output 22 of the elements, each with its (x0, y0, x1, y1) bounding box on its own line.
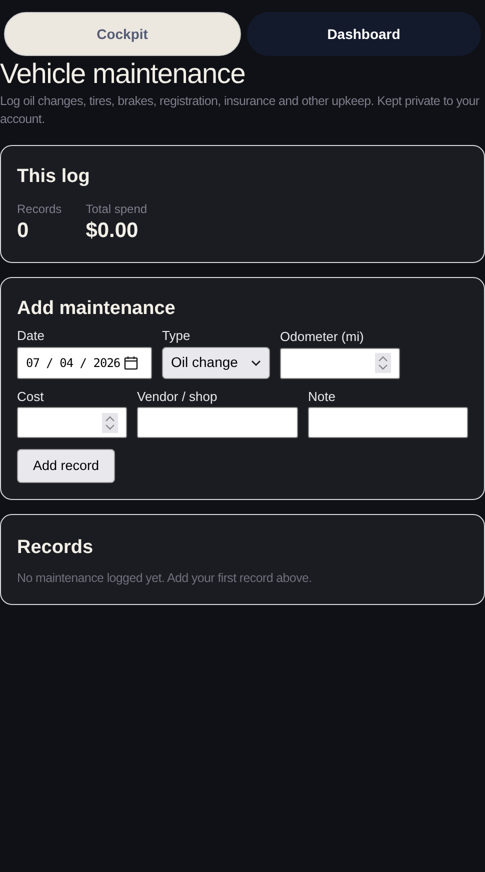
field-label: Vendor / shop (137, 388, 218, 406)
field-label: Odometer (mi) (280, 328, 365, 346)
empty-message: No maintenance logged yet. Add your first record above. (17, 570, 313, 587)
stat-value: $0.00 (86, 218, 140, 244)
stat-value: 0 (17, 218, 30, 244)
field-label: Cost (17, 388, 45, 406)
add-record-button[interactable]: Add record (17, 449, 116, 483)
field-label: Type (162, 327, 192, 345)
type-select[interactable]: Oil change (162, 346, 270, 378)
page-subtitle: Log oil changes, tires, brakes, registration, insurance and other upkeep. Kept private to your account. (0, 93, 480, 128)
card-title: Add maintenance (17, 297, 176, 321)
card-title: This log (17, 165, 91, 189)
nav-tab[interactable]: Cockpit (4, 12, 240, 56)
stat-label: Records (17, 201, 62, 218)
date-field[interactable]: 07 / 04 / 2026 (17, 346, 152, 378)
page-title: Vehicle maintenance (0, 57, 246, 91)
stat-label: Total spend (86, 201, 148, 218)
date-value: 07 / 04 / 2026 (26, 354, 120, 372)
field-label: Note (308, 388, 336, 406)
card-title: Records (17, 536, 94, 560)
field-label: Date (17, 327, 46, 345)
nav-tab[interactable]: Dashboard (246, 12, 481, 56)
